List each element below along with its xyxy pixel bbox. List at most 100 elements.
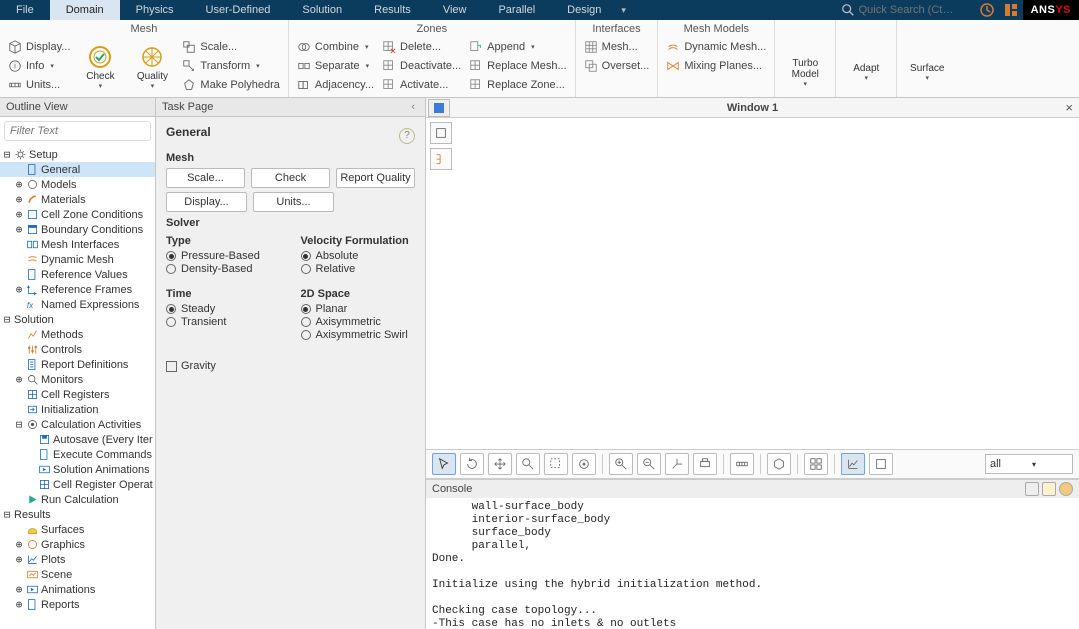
tree-animations[interactable]: ⊕Animations (0, 582, 155, 597)
mesh-info[interactable]: iInfo▾ (6, 57, 72, 75)
console-warnings[interactable] (1042, 482, 1056, 496)
tool-plot[interactable] (841, 453, 865, 475)
zones-separate[interactable]: Separate▾ (295, 57, 376, 75)
mesh-units[interactable]: Units... (6, 76, 72, 94)
menu-design[interactable]: Design (551, 0, 617, 20)
tree-cellreg[interactable]: Cell Registers (0, 387, 155, 402)
tree-results[interactable]: ⊟Results (0, 507, 155, 522)
tree-models[interactable]: ⊕Models (0, 177, 155, 192)
interfaces-overset[interactable]: Overset... (582, 57, 652, 75)
radio-planar[interactable]: Planar (301, 303, 416, 315)
help-button[interactable]: ? (399, 128, 415, 144)
tool-rotate[interactable] (460, 453, 484, 475)
radio-absolute[interactable]: Absolute (301, 250, 416, 262)
search-input[interactable] (859, 4, 969, 16)
menu-file[interactable]: File (0, 0, 50, 20)
turbo-model[interactable]: Turbo Model▾ (781, 38, 829, 97)
radio-relative[interactable]: Relative (301, 263, 416, 275)
filter-input[interactable] (4, 121, 151, 141)
quick-search[interactable] (841, 3, 975, 17)
zones-replacemesh[interactable]: Replace Mesh... (467, 57, 568, 75)
gravity-checkbox[interactable]: Gravity (166, 360, 415, 372)
tree-meshinterfaces[interactable]: Mesh Interfaces (0, 237, 155, 252)
scale-button[interactable]: Scale... (166, 168, 245, 188)
tool-tree[interactable] (430, 148, 452, 170)
adapt[interactable]: Adapt▾ (842, 38, 890, 97)
tool-zoombox[interactable] (544, 453, 568, 475)
console-output[interactable]: wall-surface_body interior-surface_body … (426, 498, 1079, 629)
tool-multi[interactable] (804, 453, 828, 475)
tree-general[interactable]: General (0, 162, 155, 177)
tree-solanim[interactable]: Solution Animations (0, 462, 155, 477)
report-quality-button[interactable]: Report Quality (336, 168, 415, 188)
zones-deactivate[interactable]: Deactivate... (380, 57, 463, 75)
tree-autosave[interactable]: Autosave (Every Iter (0, 432, 155, 447)
tree-monitors[interactable]: ⊕Monitors (0, 372, 155, 387)
zones-append[interactable]: Append▾ (467, 38, 568, 56)
tree-execcmd[interactable]: Execute Commands (0, 447, 155, 462)
mesh-quality[interactable]: Quality▾ (128, 38, 176, 97)
tree-graphics[interactable]: ⊕Graphics (0, 537, 155, 552)
tree-refframes[interactable]: ⊕Reference Frames (0, 282, 155, 297)
tree-materials[interactable]: ⊕Materials (0, 192, 155, 207)
tree-init[interactable]: Initialization (0, 402, 155, 417)
tool-axes[interactable] (665, 453, 689, 475)
tree-methods[interactable]: Methods (0, 327, 155, 342)
tree-reportdef[interactable]: Report Definitions (0, 357, 155, 372)
task-collapse[interactable]: ‹ (411, 101, 419, 113)
radio-transient[interactable]: Transient (166, 316, 281, 328)
mesh-transform[interactable]: Transform▾ (180, 57, 282, 75)
tool-fit[interactable] (609, 453, 633, 475)
radio-steady[interactable]: Steady (166, 303, 281, 315)
tree-reports[interactable]: ⊕Reports (0, 597, 155, 612)
meshmodels-mixing[interactable]: Mixing Planes... (664, 57, 768, 75)
check-button[interactable]: Check (251, 168, 330, 188)
tool-target[interactable] (572, 453, 596, 475)
zones-combine[interactable]: Combine▾ (295, 38, 376, 56)
zones-adjacency[interactable]: Adjacency... (295, 76, 376, 94)
tree-plots[interactable]: ⊕Plots (0, 552, 155, 567)
console-errors[interactable] (1059, 482, 1073, 496)
menu-parallel[interactable]: Parallel (482, 0, 551, 20)
layout-icon[interactable] (1003, 2, 1019, 18)
interfaces-mesh[interactable]: Mesh... (582, 38, 652, 56)
console-expand[interactable] (1025, 482, 1039, 496)
tree-namedexpr[interactable]: fxNamed Expressions (0, 297, 155, 312)
tree-runcalc[interactable]: Run Calculation (0, 492, 155, 507)
tree-surfaces[interactable]: Surfaces (0, 522, 155, 537)
tree-cellregop[interactable]: Cell Register Operat (0, 477, 155, 492)
menu-domain[interactable]: Domain (50, 0, 120, 20)
meshmodels-dynamic[interactable]: Dynamic Mesh... (664, 38, 768, 56)
surface[interactable]: Surface▾ (903, 38, 951, 97)
menu-userdefined[interactable]: User-Defined (190, 0, 287, 20)
tree-boundary[interactable]: ⊕Boundary Conditions (0, 222, 155, 237)
tree-calc[interactable]: ⊟Calculation Activities (0, 417, 155, 432)
tool-print[interactable] (693, 453, 717, 475)
radio-axiswirl[interactable]: Axisymmetric Swirl (301, 329, 416, 341)
menu-physics[interactable]: Physics (120, 0, 190, 20)
tree-refvals[interactable]: Reference Values (0, 267, 155, 282)
menu-solution[interactable]: Solution (286, 0, 358, 20)
tree-cellzone[interactable]: ⊕Cell Zone Conditions (0, 207, 155, 222)
display-button[interactable]: Display... (166, 192, 247, 212)
view-combo[interactable]: all▾ (985, 454, 1073, 474)
radio-axi[interactable]: Axisymmetric (301, 316, 416, 328)
tool-select[interactable] (432, 453, 456, 475)
menu-results[interactable]: Results (358, 0, 427, 20)
tool-pan[interactable] (488, 453, 512, 475)
window-tab[interactable] (428, 99, 450, 117)
tool-ruler[interactable] (730, 453, 754, 475)
tool-ortho[interactable] (869, 453, 893, 475)
zones-delete[interactable]: Delete... (380, 38, 463, 56)
tool-layers[interactable] (430, 122, 452, 144)
tree-dynmesh[interactable]: Dynamic Mesh (0, 252, 155, 267)
zones-replacezone[interactable]: Replace Zone... (467, 76, 568, 94)
tool-zoomout[interactable] (637, 453, 661, 475)
tool-view[interactable] (767, 453, 791, 475)
tree-setup[interactable]: ⊟Setup (0, 147, 155, 162)
zones-activate[interactable]: Activate... (380, 76, 463, 94)
mesh-check[interactable]: Check▾ (76, 38, 124, 97)
menu-view[interactable]: View (427, 0, 483, 20)
tree-scene[interactable]: Scene (0, 567, 155, 582)
tree-solution[interactable]: ⊟Solution (0, 312, 155, 327)
